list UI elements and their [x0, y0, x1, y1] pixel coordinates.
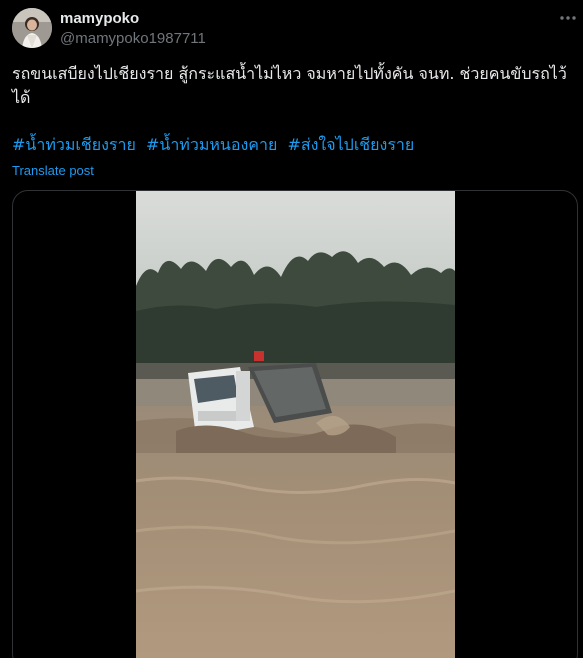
hashtag-link[interactable]: #ส่งใจไปเชียงราย: [287, 135, 414, 154]
hashtag-link[interactable]: #น้ำท่วมหนองคาย: [146, 135, 277, 154]
tweet: mamypoko @mamypoko1987711 รถขนเสบียงไปเช…: [0, 0, 583, 658]
media-container: [12, 190, 578, 658]
flood-video-frame: [136, 191, 455, 658]
hashtag-list: #น้ำท่วมเชียงราย #น้ำท่วมหนองคาย #ส่งใจไ…: [12, 133, 580, 157]
hashtag-link[interactable]: #น้ำท่วมเชียงราย: [12, 135, 136, 154]
profile-photo-icon: [12, 8, 52, 48]
avatar[interactable]: [12, 8, 52, 48]
author-display-name[interactable]: mamypoko: [60, 10, 139, 28]
post-text: รถขนเสบียงไปเชียงราย สู้กระแสน้ำไม่ไหว จ…: [12, 64, 567, 107]
author-handle[interactable]: @mamypoko1987711: [60, 30, 206, 48]
more-options-button[interactable]: [556, 8, 580, 28]
translate-post-link[interactable]: Translate post: [12, 162, 94, 180]
more-options-icon: [560, 16, 576, 20]
video-player[interactable]: [136, 191, 455, 658]
